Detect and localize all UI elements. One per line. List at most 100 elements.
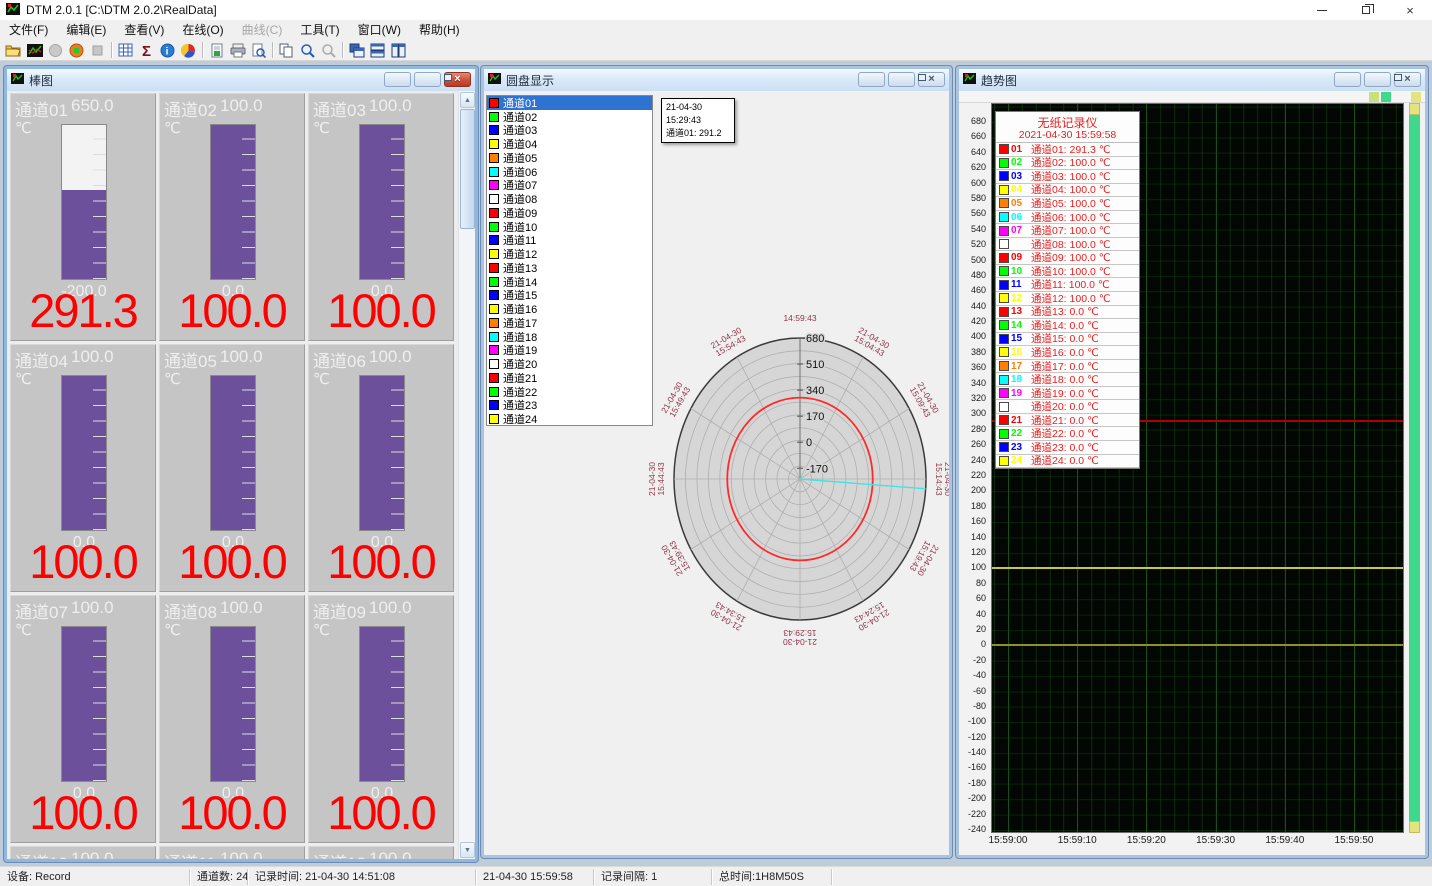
legend-channel-number: 13 <box>1011 306 1031 317</box>
realtime-chart-icon[interactable] <box>24 41 45 60</box>
y-axis-label: 160 <box>959 516 986 526</box>
menu-item[interactable]: 窗口(W) <box>349 20 410 40</box>
panel-minimize-button[interactable] <box>1334 72 1361 87</box>
record-idle-icon[interactable] <box>45 41 66 60</box>
tile-vertical-icon[interactable] <box>388 41 409 60</box>
cascade-windows-icon[interactable] <box>346 41 367 60</box>
panel-maximize-button[interactable] <box>888 72 915 87</box>
legend-color-swatch <box>999 239 1009 249</box>
gauge-cell: 通道06100.0℃0.0100.0 <box>308 344 454 592</box>
gauge-current-value: 100.0 <box>160 785 304 840</box>
svg-text:21-04-3015:49:43: 21-04-3015:49:43 <box>659 380 693 419</box>
legend-color-swatch <box>999 361 1009 371</box>
scroll-up-icon[interactable]: ▲ <box>460 92 475 108</box>
record-stop-icon[interactable] <box>87 41 108 60</box>
gauge-channel-name: 通道04 <box>15 347 68 372</box>
y-axis-label: -160 <box>959 762 986 772</box>
gridline-vertical <box>1216 104 1217 832</box>
legend-color-swatch <box>999 415 1009 425</box>
y-axis-label: 460 <box>959 285 986 295</box>
panel-restore-button[interactable] <box>414 72 441 87</box>
toolbar-separator <box>202 42 203 58</box>
y-axis-label: 360 <box>959 362 986 372</box>
legend-channel-number: 24 <box>1011 455 1031 466</box>
legend-channel-number: 19 <box>1011 388 1031 399</box>
trend-vertical-scrollbar[interactable] <box>1409 103 1420 833</box>
tile-horizontal-icon[interactable] <box>367 41 388 60</box>
print-icon[interactable] <box>227 41 248 60</box>
svg-text:21-04-3015:44:43: 21-04-3015:44:43 <box>647 462 666 496</box>
legend-color-swatch <box>999 429 1009 439</box>
pie-chart-icon[interactable] <box>178 41 199 60</box>
copy-icon[interactable] <box>276 41 297 60</box>
status-segment: 总时间:1H8M50S <box>712 869 832 885</box>
bar-chart-title-bar[interactable]: 棒图 × <box>7 69 475 91</box>
gauge-current-value: 100.0 <box>309 283 453 338</box>
menu-item[interactable]: 曲线(C) <box>233 20 292 40</box>
y-axis-label: -140 <box>959 747 986 757</box>
menu-item[interactable]: 工具(T) <box>291 20 348 40</box>
legend-color-swatch <box>999 198 1009 208</box>
disk-display-window: 圆盘显示 × 通道01通道02通道03通道04通道05通道06通道07通道08通… <box>481 66 952 858</box>
legend-channel-number: 05 <box>1011 198 1031 209</box>
panel-maximize-button[interactable] <box>1364 72 1391 87</box>
statistics-sum-icon[interactable]: Σ <box>136 41 157 60</box>
gauge-current-value: 100.0 <box>309 785 453 840</box>
trend-chart-window: 趋势图 × 6806606406206005805605405205004804… <box>956 66 1428 858</box>
menu-item[interactable]: 帮助(H) <box>410 20 469 40</box>
panel-minimize-button[interactable] <box>384 72 411 87</box>
gauge-cell: 通道07100.0℃0.0100.0 <box>10 595 156 843</box>
window-minimize-button[interactable] <box>1300 0 1344 20</box>
trend-y-axis: 6806606406206005805605405205004804604404… <box>959 103 988 833</box>
app-title-bar[interactable]: DTM 2.0.1 [C:\DTM 2.0.2\RealData] × <box>0 0 1432 20</box>
record-start-icon[interactable] <box>66 41 87 60</box>
svg-text:21-04-3015:14:43: 21-04-3015:14:43 <box>934 462 949 496</box>
legend-color-swatch <box>999 280 1009 290</box>
legend-channel-number: 16 <box>1011 347 1031 358</box>
trend-horizontal-scrollbar[interactable] <box>959 91 1425 103</box>
gauge-current-value: 100.0 <box>11 785 155 840</box>
info-icon[interactable]: i <box>157 41 178 60</box>
legend-channel-value: 通道24: 0.0 ℃ <box>1031 453 1099 468</box>
scroll-down-icon[interactable]: ▼ <box>460 842 475 858</box>
zoom-in-icon[interactable] <box>297 41 318 60</box>
scroll-thumb[interactable] <box>460 109 475 229</box>
disk-display-title-bar[interactable]: 圆盘显示 × <box>484 69 949 91</box>
menu-item[interactable]: 查看(V) <box>115 20 173 40</box>
panel-minimize-button[interactable] <box>858 72 885 87</box>
y-axis-label: -20 <box>959 655 986 665</box>
print-preview-icon[interactable] <box>248 41 269 60</box>
export-icon[interactable] <box>206 41 227 60</box>
legend-channel-number: 23 <box>1011 442 1031 453</box>
gauge-channel-name: 通道07 <box>15 598 68 623</box>
panel-icon <box>963 72 976 88</box>
y-axis-label: 300 <box>959 408 986 418</box>
zoom-out-icon[interactable] <box>318 41 339 60</box>
x-axis-label: 15:59:10 <box>1045 835 1109 846</box>
y-axis-label: 40 <box>959 609 986 619</box>
window-restore-button[interactable] <box>1344 0 1388 20</box>
menu-item[interactable]: 编辑(E) <box>57 20 115 40</box>
gauge-current-value: 100.0 <box>160 534 304 589</box>
trend-chart-title-bar[interactable]: 趋势图 × <box>959 69 1425 91</box>
open-file-icon[interactable] <box>3 41 24 60</box>
gauge-channel-name: 通道02 <box>164 96 217 121</box>
gauge-scrollbar[interactable]: ▲ ▼ <box>458 91 475 859</box>
window-close-button[interactable]: × <box>1388 0 1432 20</box>
legend-color-swatch <box>999 442 1009 452</box>
legend-channel-number: 01 <box>1011 144 1031 155</box>
gauge-current-value: 291.3 <box>11 283 155 338</box>
data-table-icon[interactable] <box>115 41 136 60</box>
legend-channel-number: 22 <box>1011 428 1031 439</box>
menu-item[interactable]: 在线(O) <box>173 20 232 40</box>
gauge-max-value: 100.0 <box>220 347 263 367</box>
y-axis-label: 400 <box>959 331 986 341</box>
hscroll-thumb[interactable] <box>1381 92 1391 102</box>
hscroll-thumb[interactable] <box>1369 92 1379 102</box>
legend-channel-number: 15 <box>1011 333 1031 344</box>
gauge-unit: ℃ <box>15 119 32 137</box>
menu-item[interactable]: 文件(F) <box>0 20 57 40</box>
legend-color-swatch <box>999 375 1009 385</box>
legend-color-swatch <box>999 144 1009 154</box>
gauge-ticks <box>242 376 255 530</box>
